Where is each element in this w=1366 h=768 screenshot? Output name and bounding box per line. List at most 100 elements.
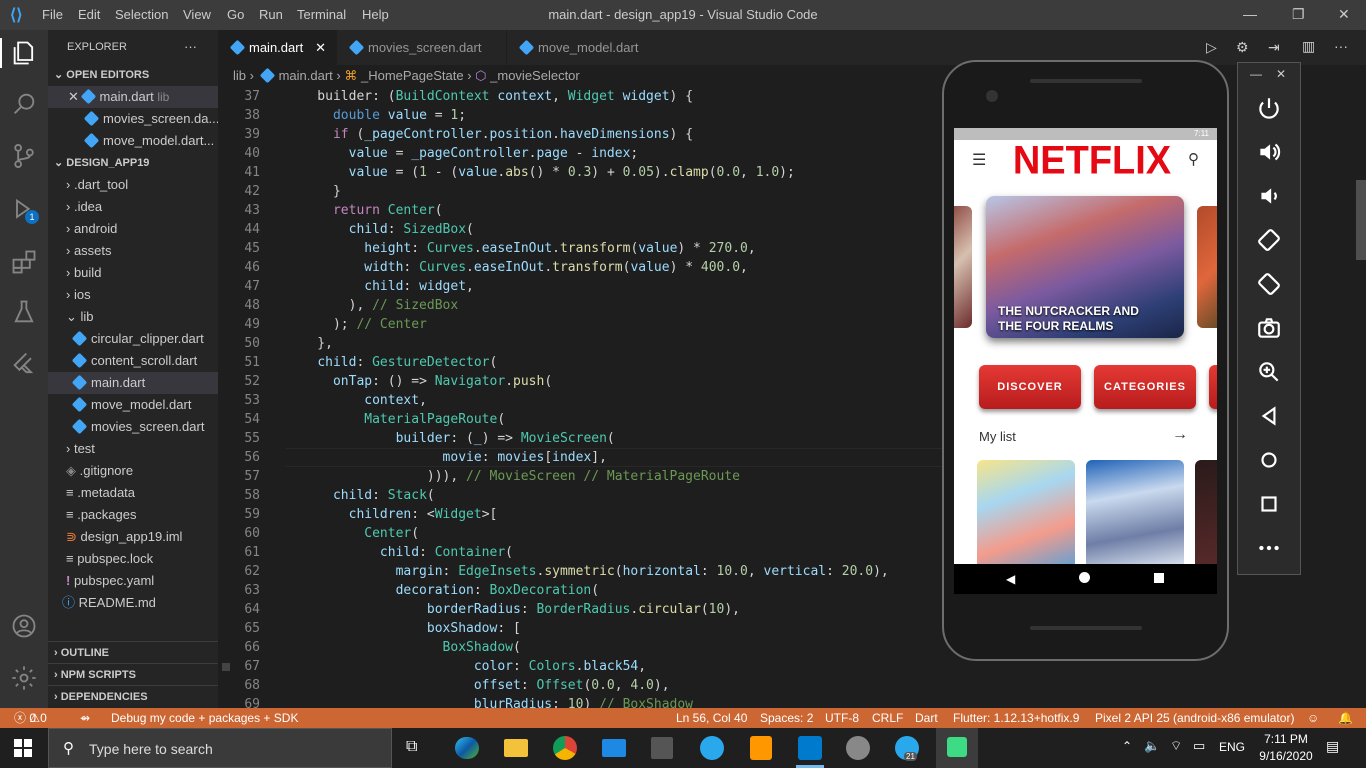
flutter-version[interactable]: Flutter: 1.12.13+hotfix.9 [953, 708, 1079, 728]
code-line[interactable]: ), // SizedBox [286, 298, 459, 313]
menu-view[interactable]: View [183, 7, 211, 22]
power-icon[interactable] [1256, 95, 1282, 121]
file-item[interactable]: movies_screen.dart [48, 416, 218, 438]
menu-selection[interactable]: Selection [115, 7, 168, 22]
flutter-icon[interactable] [10, 350, 38, 378]
file-item[interactable]: ⓘ README.md [48, 592, 218, 614]
code-line[interactable]: }, [286, 336, 333, 351]
code-line[interactable]: value = _pageController.page - index; [286, 146, 639, 161]
problems-indicator[interactable]: ⓧ 0 ⚠ 0 [14, 708, 47, 728]
debug-run-icon[interactable]: ⇴ [80, 708, 90, 728]
file-item[interactable]: move_model.dart [48, 394, 218, 416]
code-line[interactable]: boxShadow: [ [286, 621, 521, 636]
menu-help[interactable]: Help [362, 7, 389, 22]
testing-icon[interactable] [10, 298, 38, 326]
open-editors-section[interactable]: ⌄ OPEN EDITORS [48, 64, 218, 86]
file-item-selected[interactable]: main.dart [48, 372, 218, 394]
folder-item[interactable]: › ios [48, 284, 218, 306]
file-item[interactable]: ≡ .metadata [48, 482, 218, 504]
volume-up-icon[interactable] [1256, 139, 1282, 165]
code-line[interactable]: margin: EdgeInsets.symmetric(horizontal:… [286, 564, 889, 579]
code-line[interactable]: color: Colors.black54, [286, 659, 646, 674]
code-line[interactable]: width: Curves.easeInOut.transform(value)… [286, 260, 748, 275]
battery-tray-icon[interactable]: ▭ [1193, 738, 1205, 754]
code-line[interactable]: movie: movies[index], [286, 450, 607, 465]
open-changes-icon[interactable]: ⇥ [1268, 39, 1280, 56]
mail-icon[interactable] [602, 739, 626, 757]
taskbar-search-box[interactable]: ⚲ Type here to search [48, 728, 392, 768]
menu-edit[interactable]: Edit [78, 7, 100, 22]
windows-start-icon[interactable] [14, 739, 32, 757]
tab-main-dart[interactable]: main.dart ✕ [218, 30, 336, 65]
volume-down-icon[interactable] [1256, 183, 1282, 209]
next-button-partial[interactable] [1209, 365, 1217, 409]
code-line[interactable]: child: Stack( [286, 488, 435, 503]
minimize-icon[interactable]: — [1243, 6, 1257, 22]
split-editor-icon[interactable]: ▥ [1302, 38, 1315, 55]
edge-icon[interactable] [455, 737, 479, 759]
file-item[interactable]: ⋑ design_app19.iml [48, 526, 218, 548]
chrome-icon[interactable] [553, 736, 577, 760]
code-line[interactable]: return Center( [286, 203, 443, 218]
open-editor-item[interactable]: ✕ main.dart lib [48, 86, 218, 108]
tab-move-model[interactable]: move_model.dart [506, 30, 656, 65]
file-item[interactable]: ! pubspec.yaml [48, 570, 218, 592]
breadcrumb-class[interactable]: _HomePageState [361, 68, 464, 83]
telegram-icon[interactable] [700, 736, 724, 760]
folder-item[interactable]: › assets [48, 240, 218, 262]
code-line[interactable]: builder: (_) => MovieScreen( [286, 431, 615, 446]
extensions-icon[interactable] [10, 248, 38, 276]
code-line[interactable]: } [286, 184, 341, 199]
categories-button[interactable]: CATEGORIES [1094, 365, 1196, 409]
featured-movie-card[interactable]: THE NUTCRACKER AND THE FOUR REALMS [986, 196, 1184, 338]
recents-icon[interactable] [1154, 573, 1164, 583]
vscode-taskbar-icon[interactable] [798, 736, 822, 760]
emulator-taskbar-item[interactable] [936, 728, 978, 768]
discover-button[interactable]: DISCOVER [979, 365, 1081, 409]
file-item[interactable]: content_scroll.dart [48, 350, 218, 372]
code-line[interactable]: child: Container( [286, 545, 513, 560]
code-line[interactable]: child: SizedBox( [286, 222, 474, 237]
language-indicator[interactable]: ENG [1219, 740, 1245, 754]
restore-icon[interactable]: ❐ [1292, 6, 1305, 23]
code-line[interactable]: context, [286, 393, 427, 408]
editor-scrollbar[interactable] [1356, 180, 1366, 260]
explorer-icon[interactable] [10, 39, 38, 67]
home-button-icon[interactable] [1256, 447, 1282, 473]
project-section[interactable]: ⌄ DESIGN_APP19 [48, 152, 218, 174]
show-hidden-icons[interactable]: ⌃ [1122, 739, 1132, 753]
code-line[interactable]: decoration: BoxDecoration( [286, 583, 600, 598]
minimize-emulator-icon[interactable]: — [1250, 67, 1262, 81]
breadcrumb-file[interactable]: main.dart [279, 68, 333, 83]
breadcrumb-folder[interactable]: lib [233, 68, 246, 83]
folder-item[interactable]: › build [48, 262, 218, 284]
sublime-text-icon[interactable] [750, 736, 772, 760]
home-icon[interactable] [1079, 572, 1090, 583]
device-selector[interactable]: Pixel 2 API 25 (android-x86 emulator) [1095, 708, 1294, 728]
notifications-bell-icon[interactable]: 🔔 [1338, 708, 1353, 728]
file-item[interactable]: ≡ pubspec.lock [48, 548, 218, 570]
debug-config[interactable]: Debug my code + packages + SDK [111, 708, 298, 728]
file-item[interactable]: circular_clipper.dart [48, 328, 218, 350]
source-control-icon[interactable] [10, 142, 38, 170]
language-mode[interactable]: Dart [915, 708, 938, 728]
close-tab-icon[interactable]: ✕ [315, 30, 326, 65]
file-explorer-icon[interactable] [504, 739, 528, 757]
menu-go[interactable]: Go [227, 7, 244, 22]
debug-icon[interactable]: ⚙ [1236, 39, 1249, 56]
code-line[interactable]: Center( [286, 526, 419, 541]
close-window-icon[interactable]: ✕ [1338, 6, 1350, 23]
code-line[interactable]: child: GestureDetector( [286, 355, 497, 370]
more-actions-icon[interactable]: ··· [184, 36, 204, 58]
code-line[interactable]: onTap: () => Navigator.push( [286, 374, 552, 389]
rotate-right-icon[interactable] [1256, 271, 1282, 297]
clock[interactable]: 7:11 PM 9/16/2020 [1254, 731, 1318, 765]
menu-run[interactable]: Run [259, 7, 283, 22]
code-line[interactable]: BoxShadow( [286, 640, 521, 655]
search-icon[interactable]: ⚲ [1188, 150, 1199, 168]
code-line[interactable]: builder: (BuildContext context, Widget w… [286, 89, 693, 104]
file-item[interactable]: ◈ .gitignore [48, 460, 218, 482]
store-icon[interactable] [651, 737, 673, 759]
back-icon[interactable]: ◀ [1006, 572, 1015, 586]
end-of-line[interactable]: CRLF [872, 708, 903, 728]
